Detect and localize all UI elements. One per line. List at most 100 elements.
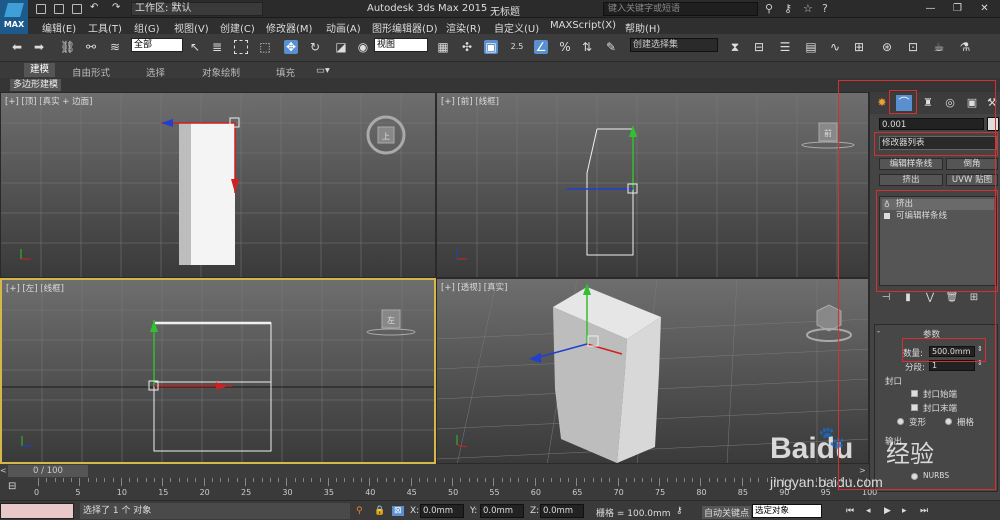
menu-rendering[interactable]: 渲染(R) — [446, 20, 481, 35]
timeline-tick — [683, 478, 685, 482]
minimize-button[interactable]: — — [917, 0, 944, 18]
y-coord-field[interactable]: 0.0mm — [480, 504, 524, 518]
named-selection-dropdown[interactable]: 创建选择集 — [630, 38, 718, 52]
z-coord-field[interactable]: 0.0mm — [540, 504, 584, 518]
tab-object-paint[interactable]: 对象绘制 — [202, 65, 240, 79]
grid-size: 栅格 = 100.0mm — [596, 509, 671, 519]
timeline-tick — [311, 478, 313, 482]
help-icon[interactable]: ? — [822, 2, 828, 15]
binoculars-icon[interactable]: ⚲ — [765, 2, 773, 15]
track-bar[interactable]: ⊟ 0 5 10 15 20 25 30 35 40 45 50 55 60 65 70 75 80 85 90 95… — [0, 478, 877, 500]
menu-edit[interactable]: 编辑(E) — [42, 20, 76, 35]
mirror-icon[interactable]: ⧗ — [728, 40, 742, 54]
key-icon[interactable]: ⚷ — [784, 2, 792, 15]
absolute-mode-icon[interactable]: ⊠ — [392, 506, 404, 516]
link-icon[interactable]: ⛓ — [60, 40, 75, 54]
prev-frame-icon[interactable]: ◂ — [866, 506, 871, 516]
app-menu-button[interactable]: MAX — [0, 0, 28, 36]
select-manipulate-icon[interactable]: ✣ — [460, 40, 474, 54]
time-slider-knob[interactable]: 0 / 100 — [8, 465, 88, 477]
select-by-name-icon[interactable]: ≣ — [210, 40, 224, 54]
menu-create[interactable]: 创建(C) — [220, 20, 255, 35]
rect-selection-icon[interactable] — [234, 40, 248, 54]
next-frame-icon[interactable]: ▸ — [902, 506, 907, 516]
render-setup-icon[interactable]: ⊡ — [906, 40, 920, 54]
curve-editor-icon[interactable]: ∿ — [828, 40, 842, 54]
tab-populate[interactable]: 填充 — [276, 65, 295, 79]
tab-freeform[interactable]: 自由形式 — [72, 65, 110, 79]
rendered-frame-icon[interactable]: ☕ — [932, 40, 946, 54]
slider-left-icon[interactable]: < — [0, 466, 7, 475]
redo-icon[interactable]: ↷ — [112, 2, 120, 13]
redo-icon[interactable]: ➡ — [32, 40, 46, 54]
bind-spacewarp-icon[interactable]: ≋ — [108, 40, 122, 54]
graphite-icon[interactable]: ▤ — [804, 40, 818, 54]
new-file-icon[interactable] — [36, 4, 46, 14]
move-icon[interactable]: ✥ — [284, 40, 298, 54]
timeline-tick — [294, 478, 296, 482]
menu-customize[interactable]: 自定义(U) — [494, 20, 539, 35]
polygon-modeling-label[interactable]: 多边形建模 — [10, 79, 62, 91]
viewport-top[interactable]: [+] [顶] [真实 + 边面] 上 — [0, 92, 436, 278]
layer-manager-icon[interactable]: ☰ — [778, 40, 792, 54]
undo-icon[interactable]: ↶ — [90, 2, 98, 13]
go-to-end-icon[interactable]: ⏭ — [920, 506, 928, 516]
autokey-button[interactable]: 自动关键点 — [702, 506, 752, 519]
undo-icon[interactable]: ⬅ — [10, 40, 24, 54]
restore-button[interactable]: ❐ — [944, 0, 971, 18]
isolate-icon[interactable]: ⚲ — [356, 506, 363, 516]
spinner-snap-icon[interactable]: ⇅ — [580, 40, 594, 54]
time-slider[interactable]: < 0 / 100 > — [0, 464, 869, 478]
align-icon[interactable]: ⊟ — [752, 40, 766, 54]
rotate-icon[interactable]: ↻ — [308, 40, 322, 54]
tab-modeling[interactable]: 建模 — [24, 63, 56, 77]
lock-selection-icon[interactable]: 🔒 — [374, 506, 385, 516]
edit-named-selection-icon[interactable]: ✎ — [604, 40, 618, 54]
mini-curve-editor-icon[interactable]: ⊟ — [8, 481, 16, 492]
keyboard-shortcut-icon[interactable]: ▣ — [484, 40, 498, 54]
pivot-center-icon[interactable]: ▦ — [436, 40, 450, 54]
selected-dropdown[interactable]: 选定对象 — [752, 504, 822, 518]
play-icon[interactable]: ▶ — [884, 506, 891, 516]
ribbon-options-icon[interactable]: ▭▾ — [316, 65, 330, 76]
reference-coord-dropdown[interactable]: 视图 — [374, 38, 428, 52]
menu-group[interactable]: 组(G) — [134, 20, 160, 35]
window-crossing-icon[interactable]: ⬚ — [258, 40, 272, 54]
angle-snap-icon[interactable]: ∠ — [534, 40, 548, 54]
render-icon[interactable]: ⚗ — [958, 40, 972, 54]
menu-tools[interactable]: 工具(T) — [88, 20, 122, 35]
menu-graph-editors[interactable]: 图形编辑器(D) — [372, 20, 438, 35]
open-file-icon[interactable] — [54, 4, 64, 14]
maxscript-listener[interactable] — [0, 503, 74, 519]
menu-maxscript[interactable]: MAXScript(X) — [550, 20, 616, 31]
schematic-view-icon[interactable]: ⊞ — [852, 40, 866, 54]
workspace-dropdown[interactable]: 工作区: 默认 — [131, 2, 263, 16]
viewport-top-canvas: 上 — [1, 93, 435, 277]
select-object-icon[interactable]: ↖ — [188, 40, 202, 54]
material-editor-icon[interactable]: ⊛ — [880, 40, 894, 54]
tab-selection[interactable]: 选择 — [146, 65, 165, 79]
viewcube-ring[interactable] — [366, 328, 416, 336]
search-input[interactable]: 键入关键字或短语 — [603, 2, 758, 16]
star-icon[interactable]: ☆ — [803, 2, 813, 15]
unlink-icon[interactable]: ⚯ — [84, 40, 98, 54]
close-button[interactable]: ✕ — [971, 0, 998, 18]
selection-filter-dropdown[interactable]: 全部 — [131, 38, 183, 52]
snap-toggle-icon[interactable]: 2.5 — [510, 40, 524, 54]
viewport-left[interactable]: [+] [左] [线框] 左 — [0, 278, 436, 464]
menu-help[interactable]: 帮助(H) — [625, 20, 660, 35]
save-file-icon[interactable] — [72, 4, 82, 14]
front-wire-outline[interactable] — [586, 128, 634, 256]
menu-animation[interactable]: 动画(A) — [326, 20, 361, 35]
viewport-front[interactable]: [+] [前] [线框] 前 — [436, 92, 869, 278]
place-icon[interactable]: ◉ — [356, 40, 370, 54]
extruded-object-top[interactable] — [191, 123, 235, 265]
menu-views[interactable]: 视图(V) — [174, 20, 209, 35]
x-coord-field[interactable]: 0.0mm — [420, 504, 464, 518]
key-icon[interactable]: ⚷ — [676, 506, 683, 516]
menu-modifiers[interactable]: 修改器(M) — [266, 20, 312, 35]
go-to-start-icon[interactable]: ⏮ — [846, 506, 854, 516]
viewcube-label: 前 — [824, 128, 832, 138]
percent-snap-icon[interactable]: % — [558, 40, 572, 54]
scale-icon[interactable]: ◪ — [334, 40, 348, 54]
